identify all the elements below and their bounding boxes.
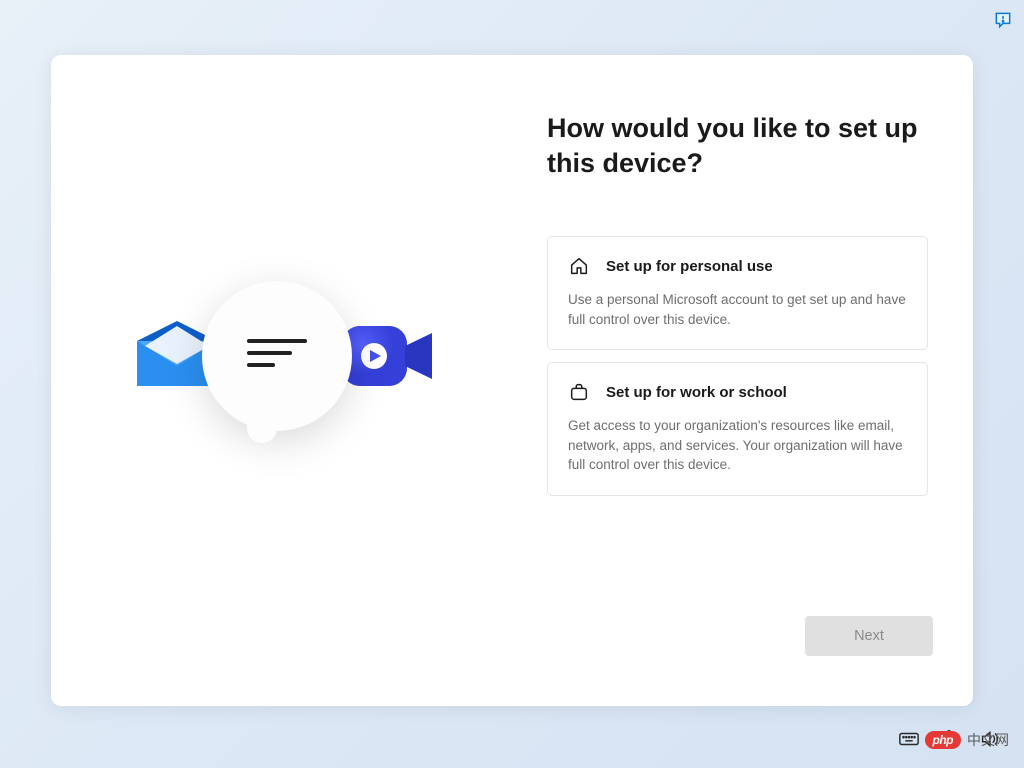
option-title: Set up for personal use	[606, 258, 773, 275]
option-description: Get access to your organization's resour…	[568, 416, 907, 475]
option-description: Use a personal Microsoft account to get …	[568, 290, 907, 329]
option-work-school[interactable]: Set up for work or school Get access to …	[547, 362, 928, 496]
next-button[interactable]: Next	[805, 616, 933, 656]
options-list: Set up for personal use Use a personal M…	[547, 236, 928, 496]
option-title: Set up for work or school	[606, 384, 787, 401]
video-icon	[337, 311, 437, 401]
setup-illustration	[127, 291, 437, 471]
page-title: How would you like to set up this device…	[547, 111, 928, 181]
speech-bubble-icon	[202, 281, 352, 431]
watermark-badge: php	[925, 731, 962, 749]
setup-card: How would you like to set up this device…	[51, 55, 973, 706]
illustration-panel	[51, 55, 512, 706]
feedback-icon[interactable]	[993, 10, 1013, 30]
content-panel: How would you like to set up this device…	[512, 55, 973, 706]
watermark: php 中文网	[925, 730, 1010, 750]
briefcase-icon	[568, 381, 590, 403]
watermark-text: 中文网	[967, 730, 1009, 750]
home-icon	[568, 255, 590, 277]
option-personal-use[interactable]: Set up for personal use Use a personal M…	[547, 236, 928, 350]
keyboard-icon[interactable]	[898, 728, 920, 750]
